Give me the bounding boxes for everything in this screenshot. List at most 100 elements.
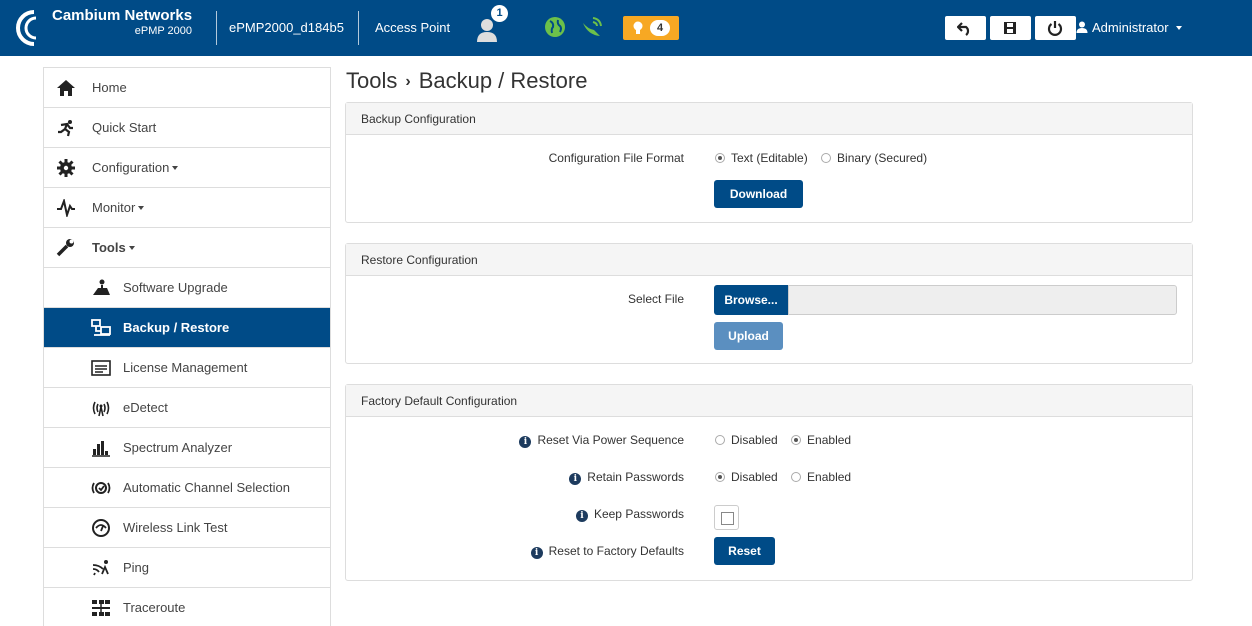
gauge-icon (92, 519, 110, 537)
info-icon[interactable]: i (530, 547, 543, 559)
edetect-icon (92, 401, 110, 417)
device-mode: Access Point (375, 20, 451, 35)
user-menu[interactable]: Administrator (1076, 20, 1183, 35)
device-name: ePMP2000_d184b5 (229, 20, 344, 35)
undo-icon (957, 22, 970, 36)
page-title: Tools › Backup / Restore (346, 68, 587, 94)
sidebar-item-label: License Management (123, 360, 248, 375)
home-icon (57, 80, 75, 96)
user-name: Administrator (1092, 20, 1169, 35)
retain-passwords-label-text: Retain Passwords (587, 470, 684, 484)
breadcrumb-separator: › (405, 73, 411, 90)
radio-button[interactable] (715, 435, 725, 445)
retain-passwords-label: i Retain Passwords (569, 470, 684, 485)
sidebar-item-license-management[interactable]: License Management (44, 348, 330, 388)
user-icon (1076, 21, 1088, 33)
info-icon[interactable]: i (519, 436, 532, 448)
power-button[interactable] (1035, 16, 1076, 40)
reset-defaults-label: i Reset to Factory Defaults (530, 544, 684, 559)
sidebar-item-label: Software Upgrade (123, 280, 228, 295)
sidebar-item-label: eDetect (123, 400, 168, 415)
info-icon[interactable]: i (569, 473, 582, 485)
browse-button[interactable]: Browse... (714, 285, 788, 315)
sidebar-item-configuration[interactable]: Configuration (44, 148, 330, 188)
download-button[interactable]: Download (714, 180, 803, 208)
sidebar-item-label: Spectrum Analyzer (123, 440, 233, 455)
factory-panel-heading: Factory Default Configuration (346, 385, 1192, 417)
reset-power-radio-group: Disabled Enabled (715, 433, 861, 447)
sidebar: Home Quick Start Configuration Monitor T… (43, 67, 331, 626)
retain-option-disabled[interactable]: Disabled (715, 470, 778, 484)
format-option-text-label: Text (Editable) (731, 151, 808, 165)
format-option-binary[interactable]: Binary (Secured) (821, 151, 927, 165)
select-file-label: Select File (627, 292, 684, 306)
satellite-icon[interactable] (580, 15, 604, 39)
sidebar-item-label: Ping (123, 560, 150, 575)
radio-button[interactable] (791, 435, 802, 445)
sidebar-item-label-wrap: Monitor (92, 200, 145, 215)
format-option-text[interactable]: Text (Editable) (715, 151, 808, 165)
reset-power-option-disabled-label: Disabled (731, 433, 778, 447)
sidebar-item-label: Wireless Link Test (123, 520, 228, 535)
brand: Cambium Networks ePMP 2000 (52, 8, 192, 37)
reset-defaults-label-text: Reset to Factory Defaults (548, 544, 684, 558)
reset-button[interactable]: Reset (714, 537, 775, 565)
sidebar-item-wireless-link-test[interactable]: Wireless Link Test (44, 508, 330, 548)
format-radio-group: Text (Editable) Binary (Secured) (715, 151, 937, 165)
sidebar-item-ping[interactable]: Ping (44, 548, 330, 588)
retain-option-disabled-label: Disabled (731, 470, 778, 484)
sidebar-item-quick-start[interactable]: Quick Start (44, 108, 330, 148)
sidebar-item-label: Home (92, 80, 127, 95)
traceroute-icon (92, 600, 110, 616)
sidebar-item-home[interactable]: Home (44, 68, 330, 108)
running-icon (58, 120, 73, 137)
breadcrumb-current: Backup / Restore (418, 68, 588, 93)
radio-button[interactable] (715, 153, 725, 163)
globe-icon[interactable] (544, 16, 566, 38)
sidebar-item-backup-restore[interactable]: Backup / Restore (44, 308, 330, 348)
alerts-count: 4 (650, 20, 670, 36)
sidebar-item-label: Quick Start (92, 120, 157, 135)
undo-button[interactable] (945, 16, 986, 40)
keep-passwords-checkbox[interactable] (714, 505, 739, 530)
info-icon[interactable]: i (575, 510, 588, 522)
sidebar-item-spectrum-analyzer[interactable]: Spectrum Analyzer (44, 428, 330, 468)
file-input[interactable]: Browse... (714, 285, 1177, 315)
factory-default-panel: Factory Default Configuration i Reset Via… (345, 384, 1193, 581)
divider (358, 11, 359, 45)
users-count-badge: 1 (491, 5, 508, 22)
backup-panel-heading: Backup Configuration (346, 103, 1192, 135)
sidebar-item-label: Automatic Channel Selection (123, 480, 290, 495)
sidebar-item-software-upgrade[interactable]: Software Upgrade (44, 268, 330, 308)
breadcrumb-parent: Tools (346, 68, 398, 93)
upload-button[interactable]: Upload (714, 322, 783, 350)
license-icon (91, 360, 111, 376)
retain-option-enabled[interactable]: Enabled (791, 470, 851, 484)
radio-button[interactable] (791, 472, 802, 482)
sidebar-item-edetect[interactable]: eDetect (44, 388, 330, 428)
save-button[interactable] (990, 16, 1031, 40)
alerts-button[interactable]: 4 (623, 16, 679, 40)
reset-power-option-disabled[interactable]: Disabled (715, 433, 778, 447)
radio-button[interactable] (821, 153, 832, 163)
wrench-icon (56, 239, 74, 257)
brand-name: Cambium Networks (52, 7, 193, 24)
chevron-down-icon (1176, 26, 1183, 30)
gear-icon (57, 159, 75, 177)
retain-option-enabled-label: Enabled (807, 470, 852, 484)
sidebar-item-monitor[interactable]: Monitor (44, 188, 330, 228)
sidebar-item-label-wrap: Tools (92, 240, 135, 255)
sidebar-item-traceroute[interactable]: Traceroute (44, 588, 330, 626)
cambium-logo-icon[interactable] (12, 9, 42, 47)
sidebar-item-automatic-channel-selection[interactable]: Automatic Channel Selection (44, 468, 330, 508)
sidebar-item-label: Configuration (92, 160, 170, 175)
reset-power-option-enabled-label: Enabled (807, 433, 852, 447)
reset-power-label-text: Reset Via Power Sequence (537, 433, 684, 447)
radio-button[interactable] (715, 472, 725, 482)
file-name-field[interactable] (788, 285, 1177, 315)
brand-model: ePMP 2000 (134, 25, 193, 37)
caret-down-icon (172, 166, 179, 170)
reset-power-option-enabled[interactable]: Enabled (791, 433, 851, 447)
keep-passwords-label: i Keep Passwords (575, 507, 684, 522)
sidebar-item-tools[interactable]: Tools (44, 228, 330, 268)
